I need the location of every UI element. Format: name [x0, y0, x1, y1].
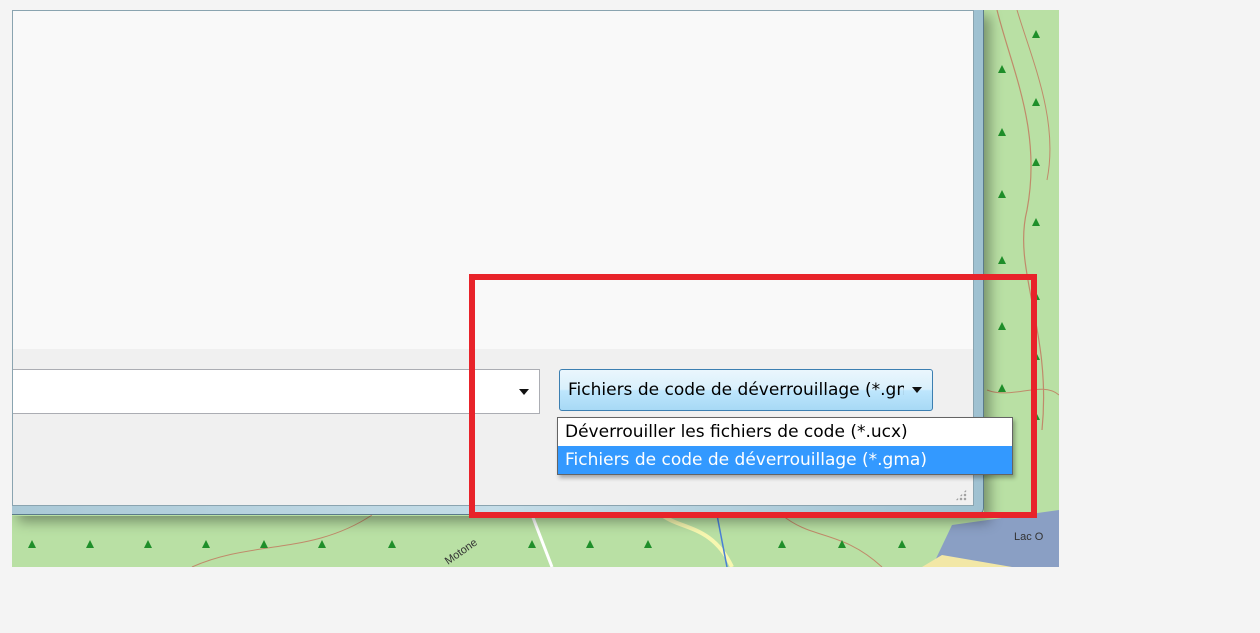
file-type-selected: Fichiers de code de déverrouillage (*.gm… [568, 380, 904, 400]
chevron-down-icon[interactable] [912, 387, 922, 393]
file-type-option-ucx[interactable]: Déverrouiller les fichiers de code (*.uc… [558, 418, 1012, 446]
file-type-option-gma[interactable]: Fichiers de code de déverrouillage (*.gm… [558, 446, 1012, 474]
screenshot-area: Lac O Motone Fichiers de code de déverro… [12, 10, 1059, 567]
map-label-lac: Lac O [1014, 531, 1044, 543]
filename-field[interactable] [13, 369, 540, 414]
resize-grip-icon[interactable] [955, 489, 967, 501]
file-type-dropdown[interactable]: Fichiers de code de déverrouillage (*.gm… [559, 369, 933, 411]
file-type-options-list: Déverrouiller les fichiers de code (*.uc… [557, 417, 1013, 475]
chevron-down-icon[interactable] [519, 389, 529, 395]
dialog-bottom-panel: Fichiers de code de déverrouillage (*.gm… [13, 349, 1013, 505]
file-dialog: Fichiers de code de déverrouillage (*.gm… [12, 10, 1013, 506]
